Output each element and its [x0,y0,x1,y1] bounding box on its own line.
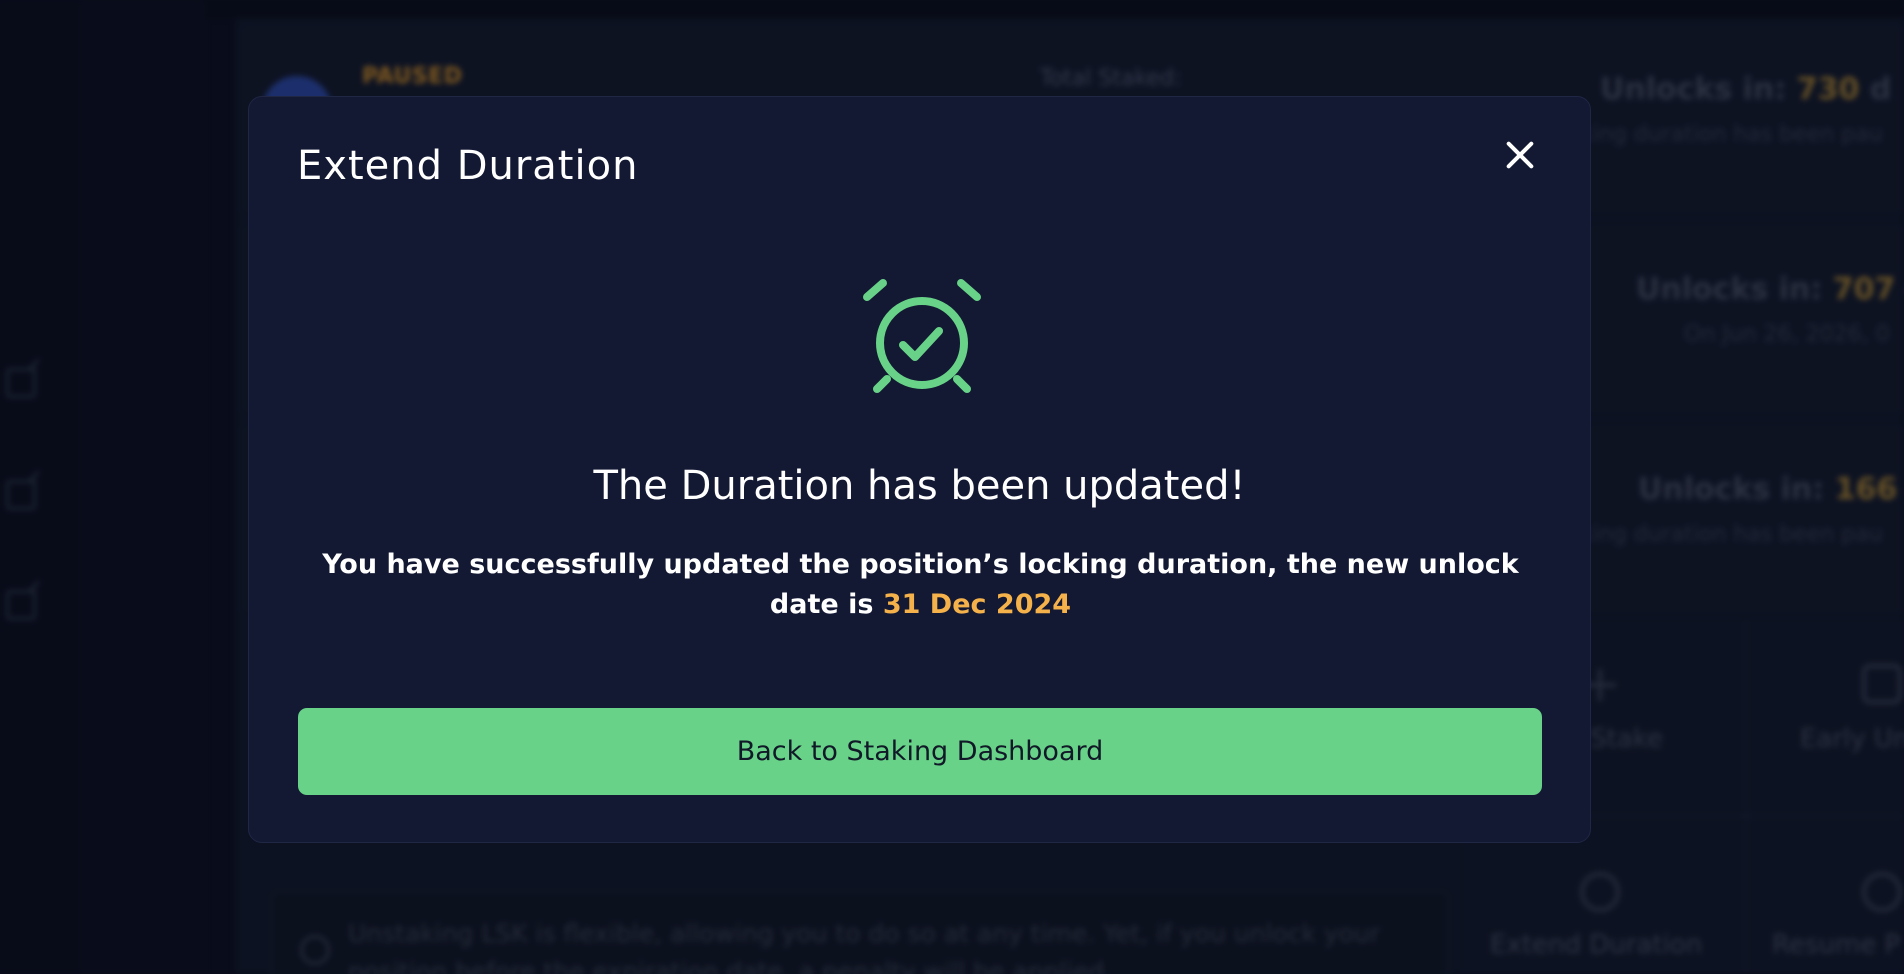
extend-duration-modal: Extend Duration The Duration has been up… [248,96,1591,843]
modal-title: Extend Duration [297,143,639,189]
close-icon[interactable] [1502,137,1538,173]
unlock-date: 31 Dec 2024 [882,589,1072,620]
alarm-clock-check-icon [863,279,981,393]
success-heading: The Duration has been updated! [593,463,1246,509]
back-to-dashboard-button[interactable]: Back to Staking Dashboard [298,708,1542,795]
success-description: You have successfully updated the positi… [322,549,1519,620]
